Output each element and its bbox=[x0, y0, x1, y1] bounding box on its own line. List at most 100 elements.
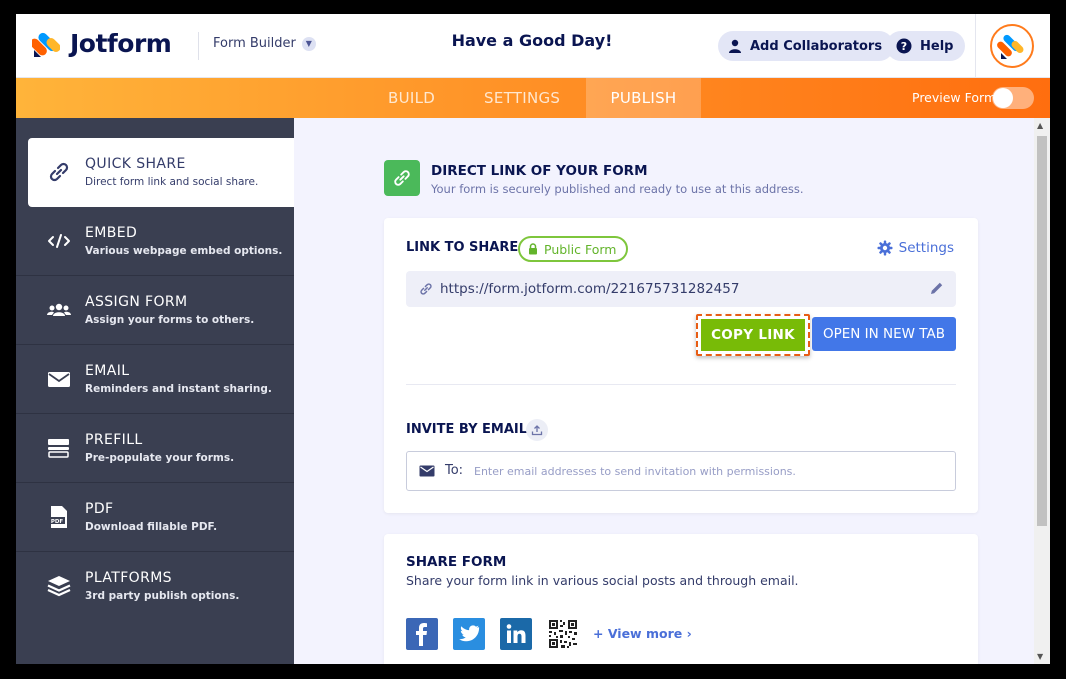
sidebar-item-label: PLATFORMS bbox=[85, 570, 172, 586]
envelope-icon bbox=[48, 372, 70, 387]
add-collaborators-button[interactable]: Add Collaborators bbox=[718, 31, 895, 61]
tab-build[interactable]: BUILD bbox=[388, 78, 435, 118]
svg-text:?: ? bbox=[901, 40, 907, 53]
settings-label: Settings bbox=[898, 240, 954, 256]
scroll-down-arrow-icon[interactable]: ▼ bbox=[1037, 652, 1043, 661]
help-label: Help bbox=[920, 38, 954, 54]
sidebar-item-email[interactable]: EMAIL Reminders and instant sharing. bbox=[16, 345, 294, 414]
tab-publish[interactable]: PUBLISH bbox=[586, 78, 701, 118]
email-placeholder: Enter email addresses to send invitation… bbox=[474, 465, 796, 478]
sidebar-item-quick-share[interactable]: QUICK SHARE Direct form link and social … bbox=[28, 138, 294, 207]
sidebar-item-sub: Download fillable PDF. bbox=[85, 521, 218, 533]
copy-link-label: COPY LINK bbox=[701, 319, 805, 351]
qr-code-button[interactable] bbox=[547, 618, 579, 650]
layers-icon bbox=[47, 576, 71, 597]
scroll-up-arrow-icon[interactable]: ▲ bbox=[1037, 121, 1043, 130]
jotform-logo-icon bbox=[32, 32, 60, 57]
sidebar-item-platforms[interactable]: PLATFORMS 3rd party publish options. bbox=[16, 552, 294, 621]
facebook-share-button[interactable] bbox=[406, 618, 438, 650]
sidebar-item-sub: Pre-populate your forms. bbox=[85, 452, 235, 464]
qr-code-icon bbox=[548, 619, 578, 649]
link-to-share-heading: LINK TO SHARE bbox=[406, 240, 519, 255]
direct-link-icon bbox=[384, 160, 420, 196]
sidebar-item-sub: Various webpage embed options. bbox=[85, 245, 283, 257]
public-form-badge[interactable]: Public Form bbox=[518, 236, 629, 262]
direct-link-title: DIRECT LINK OF YOUR FORM bbox=[431, 163, 648, 179]
avatar-logo-icon bbox=[997, 34, 1024, 59]
page-greeting: Have a Good Day! bbox=[451, 31, 613, 50]
scrollbar-thumb[interactable] bbox=[1037, 136, 1047, 526]
form-url-text: https://form.jotform.com/221675731282457 bbox=[440, 281, 740, 297]
lock-icon bbox=[529, 243, 537, 255]
sidebar-item-label: ASSIGN FORM bbox=[85, 294, 188, 310]
chevron-down-icon: ▼ bbox=[301, 36, 316, 51]
share-form-title: SHARE FORM bbox=[406, 554, 507, 570]
link-share-card: LINK TO SHARE Public Form Settings https… bbox=[384, 218, 978, 513]
publish-sidebar: QUICK SHARE Direct form link and social … bbox=[16, 118, 294, 664]
direct-link-subtitle: Your form is securely published and read… bbox=[431, 182, 804, 196]
plus-icon: + bbox=[593, 626, 604, 641]
brand-name: Jotform bbox=[70, 28, 172, 58]
code-icon bbox=[48, 234, 70, 248]
copy-link-button[interactable]: COPY LINK bbox=[696, 314, 810, 356]
view-more-link[interactable]: + View more › bbox=[593, 626, 692, 641]
svg-text:PDF: PDF bbox=[51, 519, 64, 525]
question-icon: ? bbox=[896, 38, 912, 54]
sidebar-item-assign-form[interactable]: ASSIGN FORM Assign your forms to others. bbox=[16, 276, 294, 345]
link-icon bbox=[420, 283, 432, 295]
facebook-icon bbox=[416, 623, 427, 646]
sidebar-item-prefill[interactable]: PREFILL Pre-populate your forms. bbox=[16, 414, 294, 483]
link-settings-button[interactable]: Settings bbox=[877, 240, 954, 256]
app-window: Jotform Form Builder ▼ Have a Good Day! … bbox=[16, 14, 1050, 664]
sidebar-item-label: QUICK SHARE bbox=[85, 156, 186, 172]
sidebar-item-sub: Assign your forms to others. bbox=[85, 314, 255, 326]
sidebar-item-label: PDF bbox=[85, 501, 114, 517]
invite-by-email-heading: INVITE BY EMAIL bbox=[406, 422, 528, 437]
top-header: Jotform Form Builder ▼ Have a Good Day! … bbox=[16, 14, 1050, 78]
share-form-subtitle: Share your form link in various social p… bbox=[406, 573, 799, 588]
sidebar-item-label: PREFILL bbox=[85, 432, 143, 448]
link-icon bbox=[394, 170, 410, 186]
share-form-card: SHARE FORM Share your form link in vario… bbox=[384, 534, 978, 664]
sidebar-item-sub: Reminders and instant sharing. bbox=[85, 383, 272, 395]
sidebar-item-sub: 3rd party publish options. bbox=[85, 590, 240, 602]
open-in-new-tab-button[interactable]: OPEN IN NEW TAB bbox=[812, 317, 956, 351]
form-builder-dropdown[interactable]: Form Builder ▼ bbox=[213, 36, 316, 51]
chevron-right-icon: › bbox=[686, 626, 692, 641]
gear-icon bbox=[877, 240, 893, 256]
linkedin-share-button[interactable] bbox=[500, 618, 532, 650]
header-divider bbox=[198, 32, 199, 60]
users-icon bbox=[47, 303, 71, 316]
preview-form-toggle[interactable] bbox=[992, 87, 1034, 109]
sidebar-item-pdf[interactable]: PDF PDF Download fillable PDF. bbox=[16, 483, 294, 552]
tab-settings[interactable]: SETTINGS bbox=[484, 78, 560, 118]
pencil-icon[interactable] bbox=[930, 281, 944, 295]
twitter-share-button[interactable] bbox=[453, 618, 485, 650]
user-icon bbox=[729, 39, 741, 53]
form-url-field[interactable]: https://form.jotform.com/221675731282457 bbox=[406, 271, 956, 307]
link-icon bbox=[49, 162, 69, 182]
view-more-label: View more bbox=[607, 626, 683, 641]
section-divider bbox=[406, 384, 956, 385]
upload-icon[interactable] bbox=[526, 419, 548, 441]
envelope-icon bbox=[419, 465, 435, 477]
sidebar-item-embed[interactable]: EMBED Various webpage embed options. bbox=[16, 207, 294, 276]
toggle-knob bbox=[993, 88, 1013, 108]
twitter-icon bbox=[458, 625, 480, 642]
add-collaborators-label: Add Collaborators bbox=[750, 38, 883, 54]
prefill-icon bbox=[48, 439, 69, 458]
jotform-logo[interactable]: Jotform bbox=[32, 28, 172, 58]
invite-email-input[interactable]: To: Enter email addresses to send invita… bbox=[406, 451, 956, 491]
user-avatar[interactable] bbox=[990, 24, 1034, 68]
help-button[interactable]: ? Help bbox=[886, 31, 966, 61]
preview-form-label: Preview Form bbox=[912, 90, 997, 105]
main-scrollbar[interactable]: ▲ ▼ bbox=[1034, 118, 1050, 664]
sidebar-item-label: EMBED bbox=[85, 225, 138, 241]
sidebar-item-sub: Direct form link and social share. bbox=[85, 176, 259, 188]
builder-nav: BUILD SETTINGS PUBLISH Preview Form bbox=[16, 78, 1050, 118]
public-form-label: Public Form bbox=[544, 241, 617, 257]
publish-main: DIRECT LINK OF YOUR FORM Your form is se… bbox=[294, 118, 1034, 664]
sidebar-item-label: EMAIL bbox=[85, 363, 130, 379]
form-builder-label: Form Builder bbox=[213, 36, 296, 51]
upload-arrow-icon bbox=[531, 425, 543, 436]
